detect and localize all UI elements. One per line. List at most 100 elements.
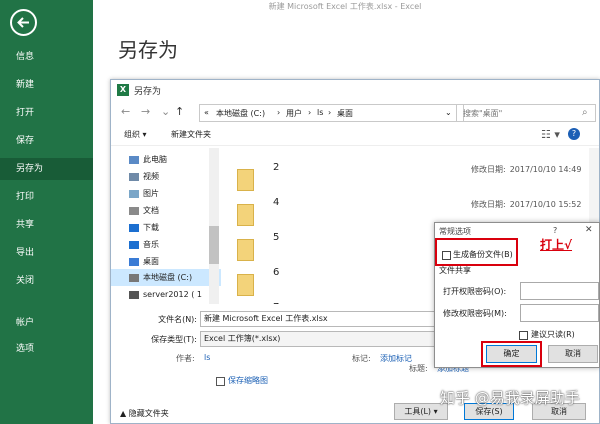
file-row[interactable]: 2 修改日期: 2017/10/10 14:49 — [233, 162, 593, 198]
modify-password-input[interactable] — [520, 304, 599, 322]
tree-item-label: server2012 ( 1 — [143, 290, 202, 299]
file-date-label: 修改日期: — [471, 200, 506, 209]
folder-icon — [129, 223, 139, 232]
readonly-label[interactable]: 建议只读(R) — [531, 329, 575, 340]
back-arrow-icon — [17, 17, 29, 28]
nav-pane-scroll-thumb[interactable] — [209, 226, 219, 264]
address-dropdown-icon[interactable]: ⌄ — [445, 108, 452, 117]
help-icon[interactable]: ? — [568, 128, 580, 140]
backstage-item[interactable]: 保存 — [0, 130, 93, 152]
backup-label[interactable]: 生成备份文件(B) — [453, 249, 513, 260]
folder-icon — [129, 189, 139, 198]
backup-checkbox[interactable] — [442, 251, 451, 260]
file-date-value: 2017/10/10 14:49 — [509, 165, 582, 174]
hide-folders-button[interactable]: ▲ 隐藏文件夹 — [120, 408, 169, 419]
folder-icon — [129, 257, 139, 266]
annotation-text: 打上√ — [540, 238, 573, 252]
general-options-dialog: 常规选项 ? ✕ 生成备份文件(B) 文件共享 打开权限密码(O): 修改权限密… — [434, 222, 600, 368]
open-password-input[interactable] — [520, 282, 599, 300]
tree-item[interactable]: 视频 — [129, 169, 159, 185]
close-icon[interactable]: ✕ — [585, 225, 593, 235]
backstage-item[interactable]: 另存为 — [0, 158, 93, 180]
page-title: 另存为 — [118, 38, 178, 62]
tree-item[interactable]: 文档 — [129, 203, 159, 219]
author-value[interactable]: ls — [204, 353, 210, 362]
backstage-item[interactable]: 共享 — [0, 214, 93, 236]
file-date: 修改日期: 2017/10/10 15:52 — [471, 199, 581, 210]
view-options-icon[interactable]: ☷ ▾ — [541, 128, 560, 141]
file-name: 2 — [273, 162, 280, 173]
back-button[interactable] — [10, 9, 37, 36]
folder-icon — [129, 290, 139, 299]
ok-button[interactable]: 确定 — [486, 345, 537, 363]
dialog-title: 另存为 — [134, 87, 162, 97]
back-nav-icon[interactable]: ← — [121, 105, 130, 119]
new-folder-button[interactable]: 新建文件夹 — [171, 129, 211, 140]
file-name: 5 — [273, 232, 280, 243]
tree-item-label: 音乐 — [143, 240, 159, 249]
folder-icon — [237, 239, 254, 261]
backstage-item[interactable]: 信息 — [0, 46, 93, 68]
folder-icon — [129, 172, 139, 181]
backstage-item[interactable]: 帐户 — [0, 312, 93, 334]
thumbnail-checkbox[interactable] — [216, 377, 225, 386]
recent-dropdown-icon[interactable]: ⌄ — [161, 105, 170, 119]
backstage-item[interactable]: 选项 — [0, 338, 93, 360]
tree-item[interactable]: 下载 — [129, 220, 159, 236]
address-overflow-icon[interactable]: « — [204, 108, 209, 117]
tree-item[interactable]: 本地磁盘 (C:) — [129, 270, 192, 286]
tree-item[interactable]: 此电脑 — [129, 152, 167, 168]
dialog-toolbar: 组织 ▾ 新建文件夹 ☷ ▾ ? — [111, 126, 599, 146]
help-icon[interactable]: ? — [553, 226, 557, 235]
file-date: 修改日期: 2017/10/10 14:49 — [471, 164, 581, 175]
general-options-title: 常规选项 — [439, 227, 471, 236]
backstage-item[interactable]: 关闭 — [0, 270, 93, 292]
address-row: ← → ⌄ ↑ « 本地磁盘 (C:) › 用户 › ls › 桌面 ⌄ 搜索"… — [111, 102, 599, 124]
filetype-label: 保存类型(T): — [151, 335, 197, 344]
tree-item-label: 文档 — [143, 206, 159, 215]
watermark: 知乎 @易我录屏助手 — [440, 389, 580, 407]
backstage-item[interactable]: 打开 — [0, 102, 93, 124]
tree-item-label: 桌面 — [143, 257, 159, 266]
backstage-item[interactable]: 新建 — [0, 74, 93, 96]
search-input[interactable]: 搜索"桌面" ⌕ — [456, 104, 596, 122]
modify-password-label: 修改权限密码(M): — [443, 309, 507, 318]
folder-icon — [129, 273, 139, 282]
breadcrumb-desktop[interactable]: 桌面 — [337, 108, 353, 119]
up-folder-icon[interactable]: ↑ — [175, 105, 184, 119]
file-date-value: 2017/10/10 15:52 — [509, 200, 582, 209]
window-title: 新建 Microsoft Excel 工作表.xlsx - Excel — [268, 2, 422, 11]
tags-value[interactable]: 添加标记 — [380, 353, 412, 364]
tree-item-label: 图片 — [143, 189, 159, 198]
dialog-titlebar: X 另存为 — [111, 80, 599, 100]
forward-nav-icon[interactable]: → — [141, 105, 150, 119]
folder-icon — [129, 155, 139, 164]
tree-item[interactable]: 桌面 — [129, 254, 159, 270]
folder-icon — [237, 204, 254, 226]
title-label: 标题: — [409, 364, 428, 373]
tree-item[interactable]: server2012 ( 1 — [129, 287, 202, 303]
search-icon: ⌕ — [582, 107, 588, 118]
file-name: 7 — [273, 302, 279, 304]
address-bar[interactable]: « 本地磁盘 (C:) › 用户 › ls › 桌面 ⌄ — [199, 104, 464, 122]
file-date-label: 修改日期: — [471, 165, 506, 174]
breadcrumb-user[interactable]: ls — [317, 108, 323, 117]
options-cancel-button[interactable]: 取消 — [548, 345, 598, 363]
organize-button[interactable]: 组织 ▾ — [124, 129, 147, 140]
backstage-item[interactable]: 导出 — [0, 242, 93, 264]
tree-item[interactable]: 音乐 — [129, 237, 159, 253]
folder-icon — [237, 274, 254, 296]
excel-icon: X — [117, 84, 129, 96]
backstage-item[interactable]: 打印 — [0, 186, 93, 208]
readonly-checkbox[interactable] — [519, 331, 528, 340]
tree-item[interactable]: 图片 — [129, 186, 159, 202]
tree-item-label: 本地磁盘 (C:) — [143, 273, 193, 282]
breadcrumb-users[interactable]: 用户 — [286, 108, 302, 119]
tree-item-label: 此电脑 — [143, 155, 167, 164]
backstage-sidebar: 信息新建打开保存另存为打印共享导出关闭帐户选项 — [0, 0, 93, 424]
folder-icon — [129, 240, 139, 249]
breadcrumb-drive[interactable]: 本地磁盘 (C:) — [216, 108, 265, 119]
file-name: 4 — [273, 197, 280, 208]
breadcrumb-separator: › — [308, 108, 312, 117]
thumbnail-label[interactable]: 保存缩略图 — [228, 375, 268, 386]
